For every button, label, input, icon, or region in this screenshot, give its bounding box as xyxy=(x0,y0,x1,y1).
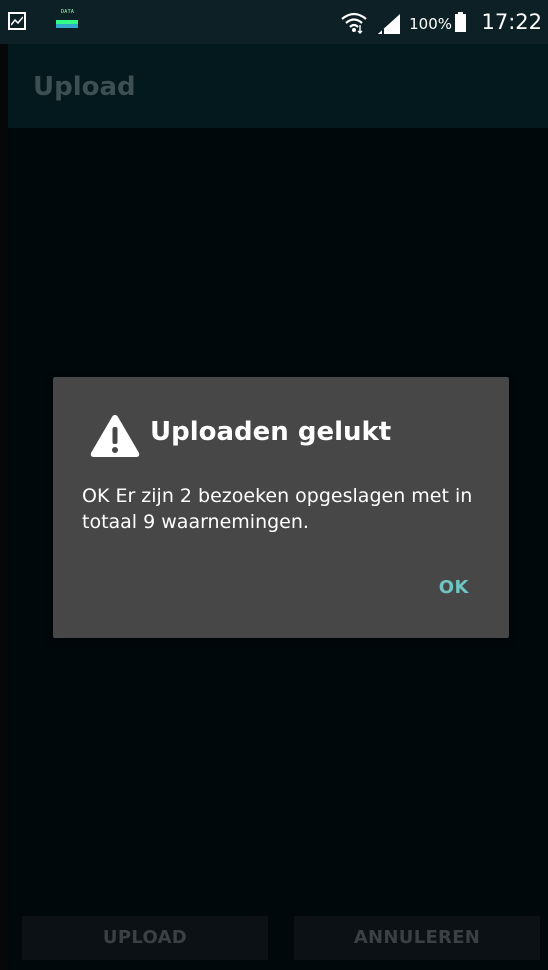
warning-icon xyxy=(89,413,141,459)
upload-success-dialog: Uploaden gelukt OK Er zijn 2 bezoeken op… xyxy=(53,377,509,638)
ok-button[interactable]: OK xyxy=(439,577,469,598)
dialog-message: OK Er zijn 2 bezoeken opgeslagen met in … xyxy=(82,485,473,533)
dialog-title: Uploaden gelukt xyxy=(150,417,392,447)
